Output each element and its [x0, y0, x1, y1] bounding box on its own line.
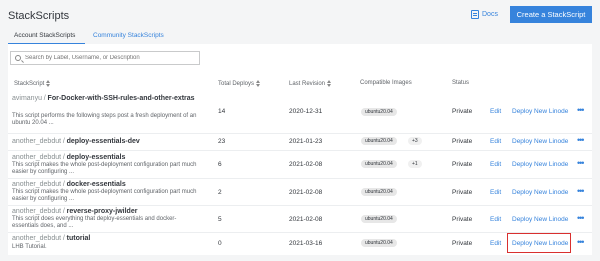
stackscript-description: This script makes the whole post-deploym…: [12, 162, 197, 175]
more-actions-icon[interactable]: •••: [577, 237, 585, 247]
image-chip: ubuntu20.04: [361, 239, 397, 247]
tab-community-stackscripts[interactable]: Community StackScripts: [93, 32, 164, 39]
image-chip: ubuntu20.04: [361, 137, 397, 145]
stackscript-description: This script makes the whole post-deploym…: [12, 189, 197, 202]
more-actions-icon[interactable]: •••: [577, 213, 585, 223]
tab-bar: Account StackScripts Community StackScri…: [8, 28, 592, 45]
stackscript-description: LHB Tutorial.: [12, 244, 47, 250]
edit-link[interactable]: Edit: [490, 161, 501, 168]
table-row: another_debdut / reverse-proxy-jwilder T…: [8, 206, 592, 233]
highlight-box: [507, 233, 571, 253]
last-revision: 2021-01-23: [289, 138, 323, 145]
deploy-new-linode-link[interactable]: Deploy New Linode: [512, 138, 568, 145]
last-revision: 2021-02-08: [289, 189, 323, 196]
stackscript-description: This script does everything that deploy-…: [12, 216, 177, 229]
total-deploys: 14: [218, 108, 226, 115]
more-images-chip[interactable]: +1: [408, 160, 422, 168]
sort-icon: [256, 80, 261, 87]
stackscript-label[interactable]: avimanyu / For-Docker-with-SSH-rules-and…: [12, 95, 195, 102]
stackscript-label[interactable]: another_debdut / tutorial: [12, 235, 90, 242]
deploy-new-linode-link[interactable]: Deploy New Linode: [512, 216, 568, 223]
document-icon: [471, 10, 479, 19]
more-images-chip[interactable]: +3: [408, 137, 422, 145]
stackscript-label[interactable]: another_debdut / reverse-proxy-jwilder: [12, 208, 137, 215]
table-row: another_debdut / tutorial LHB Tutorial. …: [8, 233, 592, 255]
stackscript-description: This script performs the following steps…: [12, 113, 197, 126]
status-text: Private: [452, 189, 473, 196]
search-icon: [15, 55, 21, 61]
edit-link[interactable]: Edit: [490, 138, 501, 145]
total-deploys: 0: [218, 240, 222, 247]
image-chip: ubuntu20.04: [361, 160, 397, 168]
column-header-status: Status: [452, 80, 470, 86]
column-header-last-revision[interactable]: Last Revision: [289, 80, 332, 87]
edit-link[interactable]: Edit: [490, 108, 501, 115]
stackscript-label[interactable]: another_debdut / docker-essentials: [12, 181, 126, 188]
image-chip: ubuntu20.04: [361, 215, 397, 223]
table-row: another_debdut / deploy-essentials This …: [8, 151, 592, 179]
more-actions-icon[interactable]: •••: [577, 135, 585, 145]
table-row: another_debdut / deploy-essentials-dev 2…: [8, 134, 592, 151]
table-row: avimanyu / For-Docker-with-SSH-rules-and…: [8, 90, 592, 134]
more-actions-icon[interactable]: •••: [577, 158, 585, 168]
page-title: StackScripts: [8, 10, 70, 22]
edit-link[interactable]: Edit: [490, 216, 501, 223]
sort-icon: [327, 80, 332, 87]
tab-account-stackscripts[interactable]: Account StackScripts: [14, 32, 75, 39]
total-deploys: 6: [218, 161, 222, 168]
status-text: Private: [452, 108, 473, 115]
column-header-compatible-images: Compatible Images: [360, 80, 412, 86]
deploy-new-linode-link[interactable]: Deploy New Linode: [512, 108, 568, 115]
status-text: Private: [452, 161, 473, 168]
table-row: another_debdut / docker-essentials This …: [8, 179, 592, 206]
deploy-new-linode-link[interactable]: Deploy New Linode: [512, 189, 568, 196]
docs-link[interactable]: Docs: [471, 10, 498, 19]
image-chip: ubuntu20.04: [361, 188, 397, 196]
more-actions-icon[interactable]: •••: [577, 105, 585, 115]
sort-icon: [46, 80, 51, 87]
edit-link[interactable]: Edit: [490, 240, 501, 247]
column-header-total-deploys[interactable]: Total Deploys: [218, 80, 261, 87]
image-chip: ubuntu20.04: [361, 108, 397, 116]
search-input[interactable]: [25, 55, 195, 61]
docs-label: Docs: [482, 11, 498, 18]
total-deploys: 5: [218, 216, 222, 223]
edit-link[interactable]: Edit: [490, 189, 501, 196]
column-header-stackscript[interactable]: StackScript: [14, 80, 51, 87]
status-text: Private: [452, 240, 473, 247]
status-text: Private: [452, 138, 473, 145]
deploy-new-linode-link[interactable]: Deploy New Linode: [512, 161, 568, 168]
stackscript-label[interactable]: another_debdut / deploy-essentials-dev: [12, 138, 140, 145]
status-text: Private: [452, 216, 473, 223]
search-field[interactable]: [10, 51, 200, 65]
total-deploys: 23: [218, 138, 226, 145]
last-revision: 2021-02-08: [289, 161, 323, 168]
more-actions-icon[interactable]: •••: [577, 186, 585, 196]
last-revision: 2021-02-08: [289, 216, 323, 223]
total-deploys: 2: [218, 189, 222, 196]
create-stackscript-button[interactable]: Create a StackScript: [510, 6, 592, 23]
last-revision: 2021-03-16: [289, 240, 323, 247]
last-revision: 2020-12-31: [289, 108, 323, 115]
stackscript-label[interactable]: another_debdut / deploy-essentials: [12, 154, 125, 161]
